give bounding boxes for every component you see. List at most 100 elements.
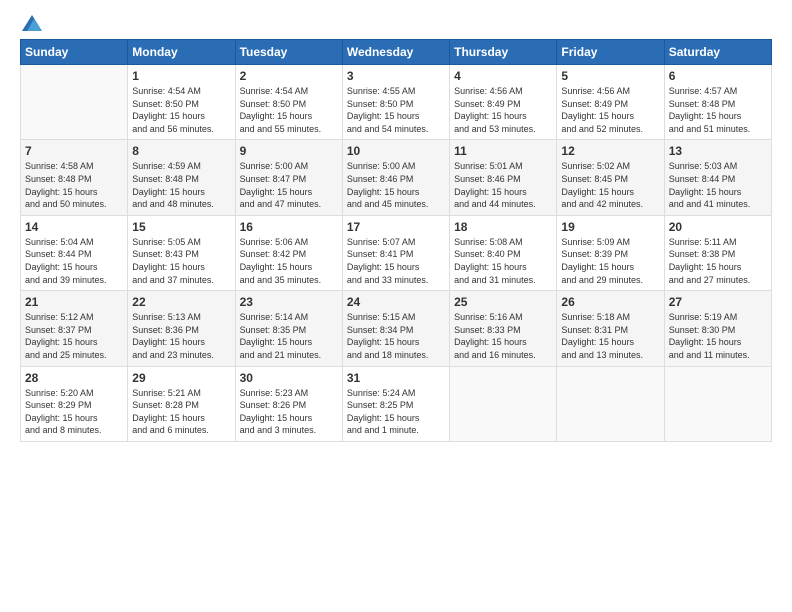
sunrise-0-5: Sunrise: 4:56 AM xyxy=(561,85,659,98)
day-number-3-4: 25 xyxy=(454,295,552,309)
day-info-2-0: Sunrise: 5:04 AMSunset: 8:44 PMDaylight:… xyxy=(25,236,123,286)
day-number-2-6: 20 xyxy=(669,220,767,234)
sunrise-2-6: Sunrise: 5:11 AM xyxy=(669,236,767,249)
sunset-3-4: Sunset: 8:33 PM xyxy=(454,324,552,337)
cell-1-5: 12 Sunrise: 5:02 AMSunset: 8:45 PMDayligh… xyxy=(557,140,664,215)
calendar-table: Sunday Monday Tuesday Wednesday Thursday… xyxy=(20,39,772,442)
sunrise-2-1: Sunrise: 5:05 AM xyxy=(132,236,230,249)
sunset-1-2: Sunset: 8:47 PM xyxy=(240,173,338,186)
sunset-1-5: Sunset: 8:45 PM xyxy=(561,173,659,186)
day-info-3-0: Sunrise: 5:12 AMSunset: 8:37 PMDaylight:… xyxy=(25,311,123,361)
sunrise-4-2: Sunrise: 5:23 AM xyxy=(240,387,338,400)
header-thursday: Thursday xyxy=(450,40,557,65)
cell-1-6: 13 Sunrise: 5:03 AMSunset: 8:44 PMDayligh… xyxy=(664,140,771,215)
day-number-1-5: 12 xyxy=(561,144,659,158)
cell-4-1: 29Sunrise: 5:21 AMSunset: 8:28 PMDayligh… xyxy=(128,366,235,441)
sunset-0-4: Sunset: 8:49 PM xyxy=(454,98,552,111)
week-row-3: 21Sunrise: 5:12 AMSunset: 8:37 PMDayligh… xyxy=(21,291,772,366)
day-info-3-1: Sunrise: 5:13 AMSunset: 8:36 PMDaylight:… xyxy=(132,311,230,361)
daylight-line2-3-5: and and 13 minutes. xyxy=(561,349,659,362)
sunset-2-4: Sunset: 8:40 PM xyxy=(454,248,552,261)
day-info-3-6: Sunrise: 5:19 AMSunset: 8:30 PMDaylight:… xyxy=(669,311,767,361)
daylight-line2-4-0: and and 8 minutes. xyxy=(25,424,123,437)
header-monday: Monday xyxy=(128,40,235,65)
sunrise-3-2: Sunrise: 5:14 AM xyxy=(240,311,338,324)
cell-2-0: 14Sunrise: 5:04 AMSunset: 8:44 PMDayligh… xyxy=(21,215,128,290)
cell-0-6: 6Sunrise: 4:57 AMSunset: 8:48 PMDaylight… xyxy=(664,65,771,140)
sunset-0-6: Sunset: 8:48 PM xyxy=(669,98,767,111)
sunset-0-5: Sunset: 8:49 PM xyxy=(561,98,659,111)
day-number-2-2: 16 xyxy=(240,220,338,234)
cell-2-5: 19Sunrise: 5:09 AMSunset: 8:39 PMDayligh… xyxy=(557,215,664,290)
day-info-1-6: Sunrise: 5:03 AMSunset: 8:44 PMDaylight:… xyxy=(669,160,767,210)
sunset-3-1: Sunset: 8:36 PM xyxy=(132,324,230,337)
day-number-3-1: 22 xyxy=(132,295,230,309)
daylight-line2-1-4: and and 44 minutes. xyxy=(454,198,552,211)
sunrise-3-6: Sunrise: 5:19 AM xyxy=(669,311,767,324)
daylight-line2-2-1: and and 37 minutes. xyxy=(132,274,230,287)
cell-4-6 xyxy=(664,366,771,441)
day-info-0-3: Sunrise: 4:55 AMSunset: 8:50 PMDaylight:… xyxy=(347,85,445,135)
day-number-1-6: 13 xyxy=(669,144,767,158)
logo-icon xyxy=(22,15,42,31)
daylight-line1-1-4: Daylight: 15 hours xyxy=(454,186,552,199)
cell-0-5: 5Sunrise: 4:56 AMSunset: 8:49 PMDaylight… xyxy=(557,65,664,140)
cell-3-4: 25Sunrise: 5:16 AMSunset: 8:33 PMDayligh… xyxy=(450,291,557,366)
cell-0-4: 4Sunrise: 4:56 AMSunset: 8:49 PMDaylight… xyxy=(450,65,557,140)
sunrise-2-5: Sunrise: 5:09 AM xyxy=(561,236,659,249)
daylight-line1-3-0: Daylight: 15 hours xyxy=(25,336,123,349)
daylight-line2-0-1: and and 56 minutes. xyxy=(132,123,230,136)
calendar-page: Sunday Monday Tuesday Wednesday Thursday… xyxy=(0,0,792,612)
day-info-0-1: Sunrise: 4:54 AMSunset: 8:50 PMDaylight:… xyxy=(132,85,230,135)
sunset-1-4: Sunset: 8:46 PM xyxy=(454,173,552,186)
sunset-0-2: Sunset: 8:50 PM xyxy=(240,98,338,111)
cell-1-3: 10Sunrise: 5:00 AMSunset: 8:46 PMDayligh… xyxy=(342,140,449,215)
week-row-1: 7 Sunrise: 4:58 AMSunset: 8:48 PMDaylight… xyxy=(21,140,772,215)
daylight-line2-2-3: and and 33 minutes. xyxy=(347,274,445,287)
day-info-4-0: Sunrise: 5:20 AMSunset: 8:29 PMDaylight:… xyxy=(25,387,123,437)
sunrise-2-2: Sunrise: 5:06 AM xyxy=(240,236,338,249)
daylight-line2-0-5: and and 52 minutes. xyxy=(561,123,659,136)
sunrise-4-0: Sunrise: 5:20 AM xyxy=(25,387,123,400)
sunrise-1-4: Sunrise: 5:01 AM xyxy=(454,160,552,173)
daylight-line1-3-2: Daylight: 15 hours xyxy=(240,336,338,349)
sunrise-1-0: Sunrise: 4:58 AM xyxy=(25,160,123,173)
day-info-4-1: Sunrise: 5:21 AMSunset: 8:28 PMDaylight:… xyxy=(132,387,230,437)
daylight-line1-3-5: Daylight: 15 hours xyxy=(561,336,659,349)
cell-0-3: 3Sunrise: 4:55 AMSunset: 8:50 PMDaylight… xyxy=(342,65,449,140)
daylight-line2-0-4: and and 53 minutes. xyxy=(454,123,552,136)
cell-3-6: 27Sunrise: 5:19 AMSunset: 8:30 PMDayligh… xyxy=(664,291,771,366)
day-number-1-0: 7 xyxy=(25,144,123,158)
daylight-line2-1-5: and and 42 minutes. xyxy=(561,198,659,211)
week-row-2: 14Sunrise: 5:04 AMSunset: 8:44 PMDayligh… xyxy=(21,215,772,290)
day-info-1-0: Sunrise: 4:58 AMSunset: 8:48 PMDaylight:… xyxy=(25,160,123,210)
sunset-3-0: Sunset: 8:37 PM xyxy=(25,324,123,337)
daylight-line2-2-6: and and 27 minutes. xyxy=(669,274,767,287)
day-number-1-3: 10 xyxy=(347,144,445,158)
daylight-line1-3-4: Daylight: 15 hours xyxy=(454,336,552,349)
header-wednesday: Wednesday xyxy=(342,40,449,65)
sunset-3-5: Sunset: 8:31 PM xyxy=(561,324,659,337)
sunrise-0-2: Sunrise: 4:54 AM xyxy=(240,85,338,98)
sunset-4-2: Sunset: 8:26 PM xyxy=(240,399,338,412)
daylight-line2-0-2: and and 55 minutes. xyxy=(240,123,338,136)
cell-2-1: 15Sunrise: 5:05 AMSunset: 8:43 PMDayligh… xyxy=(128,215,235,290)
sunrise-2-0: Sunrise: 5:04 AM xyxy=(25,236,123,249)
daylight-line1-0-3: Daylight: 15 hours xyxy=(347,110,445,123)
day-info-3-5: Sunrise: 5:18 AMSunset: 8:31 PMDaylight:… xyxy=(561,311,659,361)
day-number-1-1: 8 xyxy=(132,144,230,158)
daylight-line1-2-2: Daylight: 15 hours xyxy=(240,261,338,274)
daylight-line2-2-5: and and 29 minutes. xyxy=(561,274,659,287)
daylight-line2-3-0: and and 25 minutes. xyxy=(25,349,123,362)
sunset-2-1: Sunset: 8:43 PM xyxy=(132,248,230,261)
header-tuesday: Tuesday xyxy=(235,40,342,65)
logo xyxy=(20,15,42,31)
day-info-0-6: Sunrise: 4:57 AMSunset: 8:48 PMDaylight:… xyxy=(669,85,767,135)
sunrise-2-3: Sunrise: 5:07 AM xyxy=(347,236,445,249)
day-number-4-0: 28 xyxy=(25,371,123,385)
sunset-4-0: Sunset: 8:29 PM xyxy=(25,399,123,412)
cell-0-2: 2Sunrise: 4:54 AMSunset: 8:50 PMDaylight… xyxy=(235,65,342,140)
day-number-4-2: 30 xyxy=(240,371,338,385)
day-number-3-5: 26 xyxy=(561,295,659,309)
day-info-1-5: Sunrise: 5:02 AMSunset: 8:45 PMDaylight:… xyxy=(561,160,659,210)
